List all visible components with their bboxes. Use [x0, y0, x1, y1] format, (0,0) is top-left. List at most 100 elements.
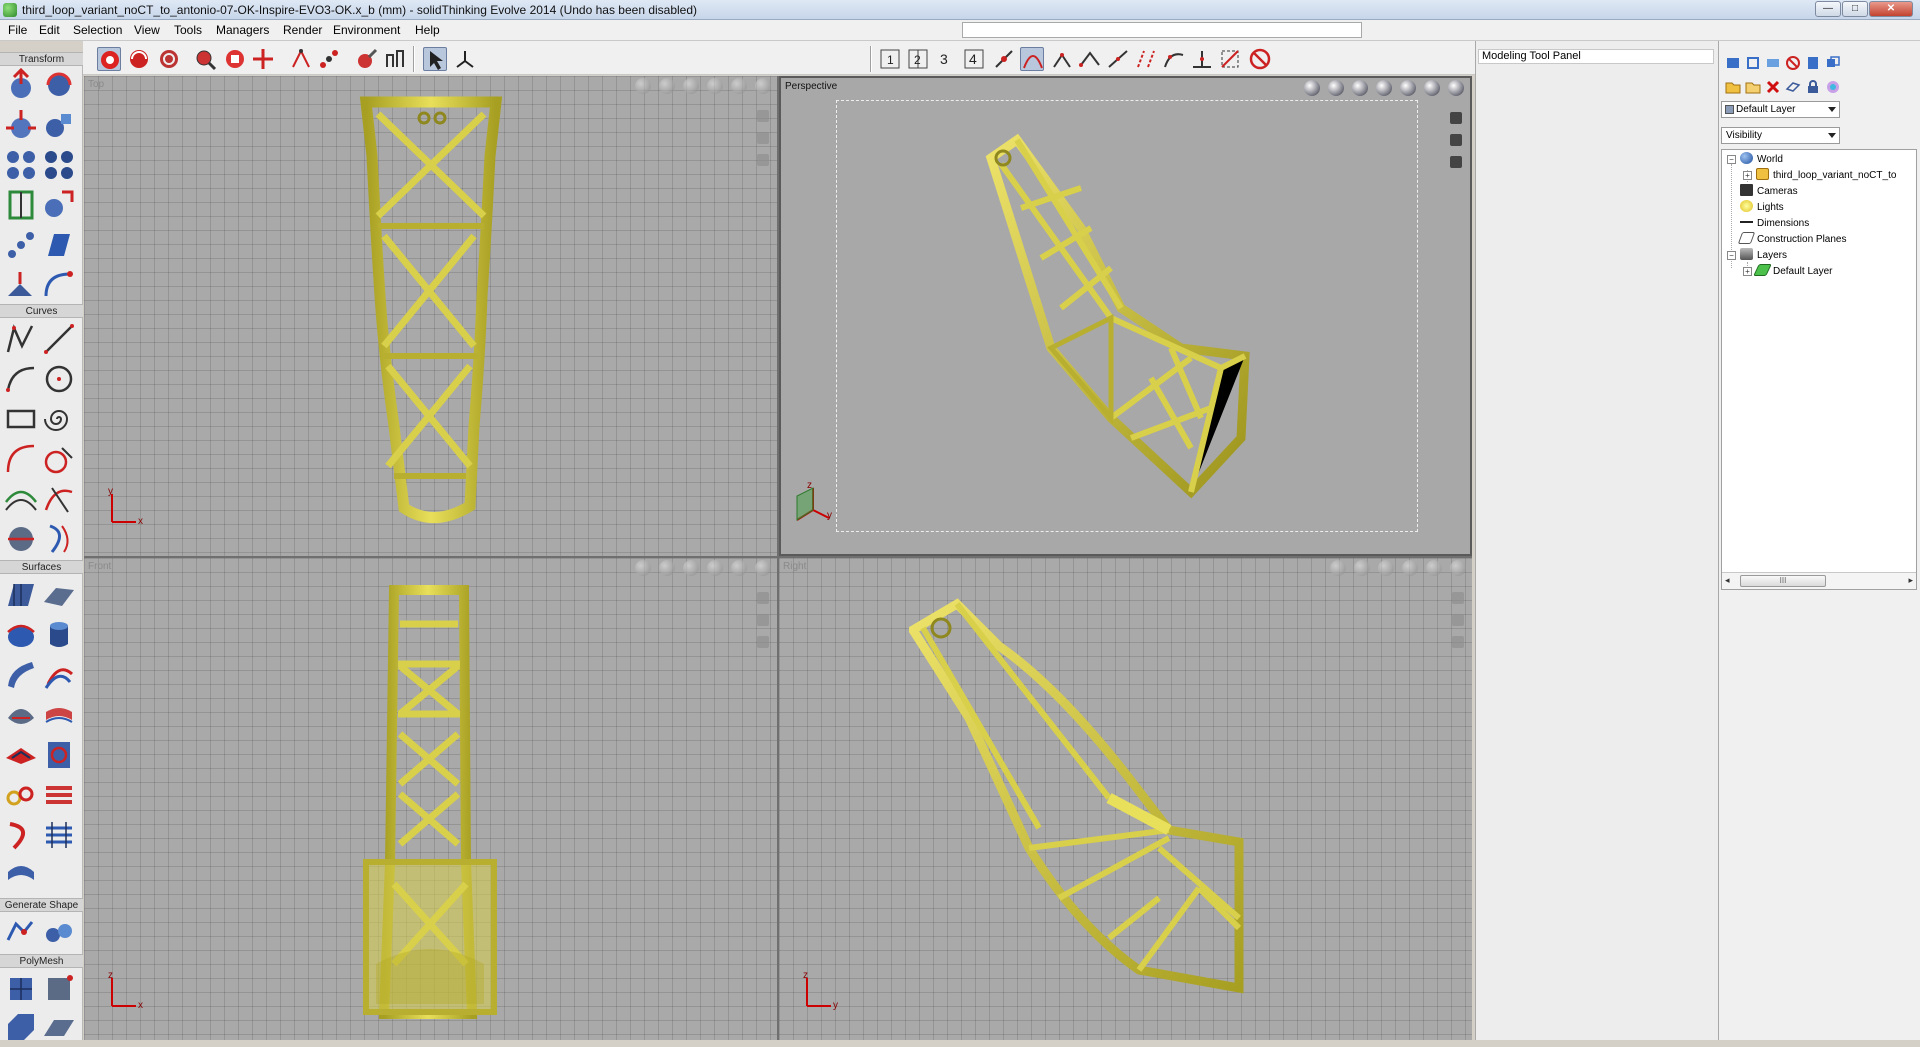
camera-icon[interactable] — [707, 560, 723, 576]
browser-delete-icon[interactable] — [1765, 79, 1781, 95]
arc-tool-icon[interactable] — [4, 362, 38, 396]
layers-icon[interactable] — [1352, 80, 1368, 96]
globe-icon[interactable] — [1304, 80, 1320, 96]
viewport-2-button[interactable]: 2 — [906, 47, 930, 71]
spiral-tool-icon[interactable] — [42, 402, 76, 436]
browser-paste-icon[interactable] — [1805, 55, 1821, 71]
isoparm-tool-icon[interactable] — [42, 522, 76, 556]
snap-curve-button[interactable] — [1020, 47, 1044, 71]
orbit-view-button[interactable] — [157, 47, 181, 71]
snap-end-button[interactable] — [1078, 47, 1102, 71]
camera-icon[interactable] — [707, 78, 723, 94]
viewport-right[interactable]: Right z y — [779, 558, 1472, 1040]
lattice-tool-icon[interactable] — [42, 818, 76, 852]
bridge-tool-icon[interactable] — [4, 858, 38, 892]
shell-tool-icon[interactable] — [42, 738, 76, 772]
tree-item-default-layer[interactable]: Default Layer — [1753, 264, 1832, 278]
browser-cut-icon[interactable] — [1765, 55, 1781, 71]
radial-array-tool-icon[interactable] — [42, 148, 76, 182]
fillet-curve-tool-icon[interactable] — [42, 442, 76, 476]
pick-button[interactable] — [423, 47, 447, 71]
menu-file[interactable]: File — [8, 23, 27, 37]
shield-icon[interactable] — [755, 78, 771, 94]
viewport-1-button[interactable]: 1 — [878, 47, 902, 71]
tree-item-construction-planes[interactable]: Construction Planes — [1737, 232, 1847, 246]
revolve-tool-icon[interactable] — [4, 618, 38, 652]
stack-tool-icon[interactable] — [42, 778, 76, 812]
menu-help[interactable]: Help — [415, 23, 440, 37]
menu-tools[interactable]: Tools — [174, 23, 202, 37]
zoom-window-button[interactable] — [223, 47, 247, 71]
browser-copy-icon[interactable] — [1745, 55, 1761, 71]
expand-toggle-layers[interactable]: − — [1727, 251, 1736, 260]
polymesh-box-tool-icon[interactable] — [4, 972, 38, 1006]
layers-icon[interactable] — [1378, 560, 1394, 576]
viewport-4-button[interactable]: 4 — [962, 47, 986, 71]
camera-icon[interactable] — [1376, 80, 1392, 96]
viewport-3-button[interactable]: 3 — [934, 47, 958, 71]
plane-surface-tool-icon[interactable] — [42, 578, 76, 612]
optimize-tool-icon[interactable] — [4, 916, 38, 950]
section-surfaces[interactable]: Surfaces — [0, 560, 83, 574]
viewport-divider-vertical[interactable] — [777, 76, 779, 1040]
extrude-tool-icon[interactable] — [42, 618, 76, 652]
paint-button[interactable] — [355, 47, 379, 71]
snap-center-button[interactable] — [1134, 47, 1158, 71]
network-surface-tool-icon[interactable] — [4, 698, 38, 732]
sweep2-tool-icon[interactable] — [42, 658, 76, 692]
curve-tool-icon[interactable] — [4, 442, 38, 476]
shading-icon[interactable] — [1328, 80, 1344, 96]
polyline-tool-icon[interactable] — [4, 322, 38, 356]
tree-item-cameras[interactable]: Cameras — [1740, 184, 1798, 198]
snap-mid-button[interactable] — [1106, 47, 1130, 71]
snap-perp-button[interactable] — [1190, 47, 1214, 71]
viewport-top[interactable]: Top y x — [84, 76, 777, 556]
menu-render[interactable]: Render — [283, 23, 322, 37]
section-transform[interactable]: Transform — [0, 52, 83, 66]
shield-icon[interactable] — [755, 560, 771, 576]
menu-view[interactable]: View — [134, 23, 160, 37]
close-button[interactable]: ✕ — [1869, 1, 1913, 17]
axis-button[interactable] — [453, 47, 477, 71]
polymesh-extrude-tool-icon[interactable] — [4, 1010, 38, 1044]
generate-tool-icon[interactable] — [42, 916, 76, 950]
box-icon[interactable] — [1448, 80, 1464, 96]
snap-button[interactable] — [289, 47, 313, 71]
bend-tool-icon[interactable] — [42, 268, 76, 302]
shield-icon[interactable] — [1450, 560, 1466, 576]
select-view-button[interactable] — [97, 47, 121, 71]
rotate-tool-icon[interactable] — [42, 68, 76, 102]
browser-hide-icon[interactable] — [1785, 55, 1801, 71]
globe-icon[interactable] — [635, 560, 651, 576]
circle-tool-icon[interactable] — [42, 362, 76, 396]
fillet-surface-tool-icon[interactable] — [4, 738, 38, 772]
browser-material-icon[interactable] — [1825, 79, 1841, 95]
mirror-tool-icon[interactable] — [4, 188, 38, 222]
tree-item-dimensions[interactable]: Dimensions — [1740, 216, 1809, 230]
snap-plane-button[interactable] — [1218, 47, 1242, 71]
shear-tool-icon[interactable] — [42, 228, 76, 262]
trim-curve-tool-icon[interactable] — [42, 482, 76, 516]
cube-icon[interactable] — [1400, 80, 1416, 96]
expand-toggle-world[interactable]: − — [1727, 155, 1736, 164]
viewport-front[interactable]: Front z x — [84, 558, 777, 1040]
tree-item-object[interactable]: third_loop_variant_noCT_to — [1756, 168, 1896, 182]
line-tool-icon[interactable] — [42, 322, 76, 356]
measure-button[interactable] — [383, 47, 407, 71]
viewport-perspective[interactable]: Perspective z y — [779, 76, 1472, 556]
offset-curve-tool-icon[interactable] — [4, 482, 38, 516]
menu-environment[interactable]: Environment — [333, 23, 400, 37]
snap-tangent-button[interactable] — [1162, 47, 1186, 71]
rectangle-tool-icon[interactable] — [4, 402, 38, 436]
menu-managers[interactable]: Managers — [216, 23, 269, 37]
menu-selection[interactable]: Selection — [73, 23, 122, 37]
cube-icon[interactable] — [1426, 560, 1442, 576]
globe-icon[interactable] — [635, 78, 651, 94]
cube-icon[interactable] — [731, 560, 747, 576]
shading-icon[interactable] — [659, 78, 675, 94]
blend-surface-tool-icon[interactable] — [42, 698, 76, 732]
globe-icon[interactable] — [1330, 560, 1346, 576]
section-generate-shape[interactable]: Generate Shape — [0, 898, 83, 912]
snap-grid-button[interactable] — [1050, 47, 1074, 71]
wrap-tool-icon[interactable] — [4, 818, 38, 852]
